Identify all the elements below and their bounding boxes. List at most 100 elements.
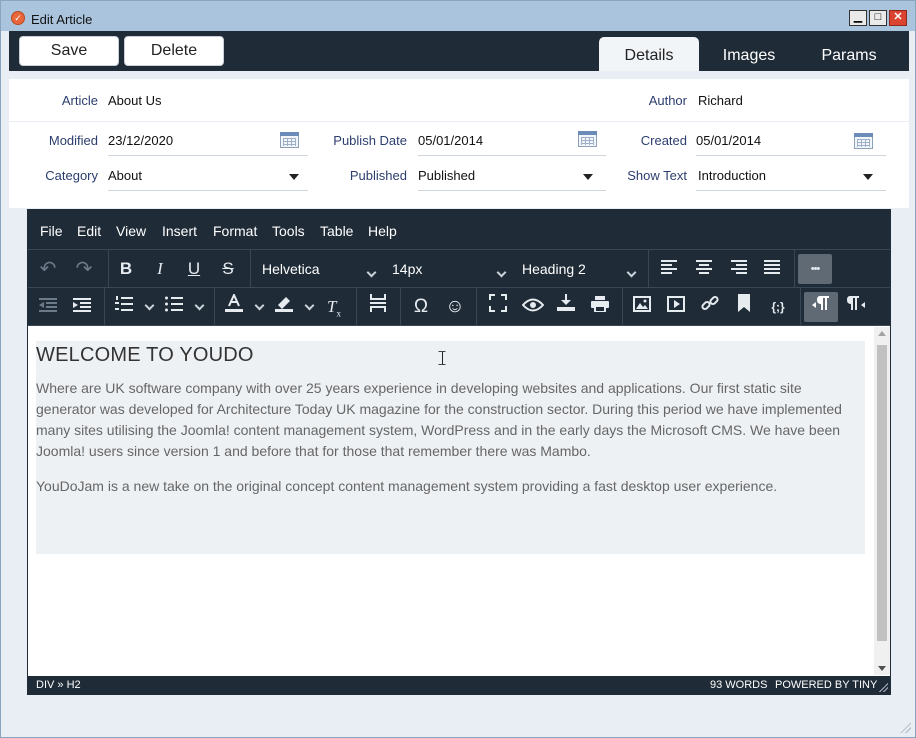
category-select[interactable]: About [108, 168, 142, 183]
toolbar-separator [648, 250, 649, 288]
chevron-down-icon[interactable] [194, 300, 205, 311]
more-icon[interactable]: ••• [798, 254, 832, 284]
page-break-icon[interactable] [366, 292, 390, 322]
content-heading[interactable]: WELCOME TO YOUDO [36, 344, 254, 367]
calendar-icon[interactable] [854, 133, 873, 149]
article-header-form: Article About Us Author Richard [9, 79, 909, 121]
menu-file[interactable]: File [40, 223, 63, 239]
font-size-select[interactable]: 14px [392, 254, 510, 284]
tab-params[interactable]: Params [799, 37, 899, 71]
menu-insert[interactable]: Insert [162, 223, 197, 239]
outdent-icon[interactable] [36, 292, 60, 322]
author-field[interactable]: Richard [698, 93, 743, 108]
chevron-down-icon[interactable] [863, 174, 873, 180]
link-icon[interactable] [698, 292, 722, 322]
block-format-select[interactable]: Heading 2 [522, 254, 640, 284]
numbered-list-icon[interactable] [112, 292, 136, 322]
fullscreen-icon[interactable] [486, 292, 510, 322]
bullet-list-icon[interactable] [162, 292, 186, 322]
content-paragraph[interactable]: YouDoJam is a new take on the original c… [36, 476, 856, 497]
print-icon[interactable] [588, 292, 612, 322]
created-field[interactable]: 05/01/2014 [696, 133, 761, 148]
article-field[interactable]: About Us [108, 93, 161, 108]
toolbar-separator [794, 250, 795, 288]
font-family-select[interactable]: Helvetica [262, 254, 377, 284]
undo-icon[interactable]: ↶ [36, 254, 60, 284]
menu-tools[interactable]: Tools [272, 223, 305, 239]
scroll-down-arrow-icon[interactable] [878, 666, 886, 671]
author-label: Author [648, 93, 687, 108]
rtl-icon[interactable] [842, 292, 870, 322]
media-icon[interactable] [664, 292, 688, 322]
align-left-icon[interactable] [658, 254, 682, 284]
modified-underline [108, 155, 308, 156]
special-character-icon[interactable]: Ω [408, 292, 434, 322]
chevron-down-icon[interactable] [583, 174, 593, 180]
editor-content[interactable]: WELCOME TO YOUDO Where are UK software c… [28, 327, 890, 675]
minimize-button[interactable]: ▁ [849, 10, 867, 26]
tab-details[interactable]: Details [599, 37, 699, 71]
word-count[interactable]: 93 WORDS [710, 676, 767, 694]
close-button[interactable]: ✕ [889, 10, 907, 26]
text-color-icon[interactable] [222, 292, 246, 322]
maximize-button[interactable]: □ [869, 10, 887, 26]
menu-format[interactable]: Format [213, 223, 257, 239]
tab-images[interactable]: Images [699, 37, 799, 71]
chevron-down-icon[interactable] [254, 300, 265, 311]
save-button[interactable]: Save [19, 36, 119, 66]
calendar-icon[interactable] [280, 132, 299, 148]
editor-menubar: File Edit View Insert Format Tools Table… [28, 210, 890, 250]
menu-view[interactable]: View [116, 223, 146, 239]
show-text-select[interactable]: Introduction [698, 168, 766, 183]
editor-scrollbar[interactable] [874, 327, 890, 675]
resize-handle-icon[interactable] [878, 682, 888, 692]
indent-icon[interactable] [70, 292, 94, 322]
download-icon[interactable] [554, 292, 578, 322]
content-paragraph[interactable]: Where are UK software company with over … [36, 378, 856, 462]
content-block[interactable]: WELCOME TO YOUDO Where are UK software c… [36, 341, 865, 554]
align-right-icon[interactable] [726, 254, 750, 284]
published-select[interactable]: Published [418, 168, 475, 183]
window-resize-grip-icon[interactable] [899, 721, 911, 733]
redo-icon[interactable]: ↷ [72, 254, 96, 284]
delete-button[interactable]: Delete [124, 36, 224, 66]
chevron-down-icon[interactable] [144, 300, 155, 311]
ltr-icon[interactable] [804, 292, 838, 322]
underline-icon[interactable]: U [182, 254, 206, 284]
show-text-label: Show Text [627, 168, 687, 183]
image-icon[interactable] [630, 292, 654, 322]
preview-icon[interactable] [520, 292, 546, 322]
article-label: Article [61, 93, 98, 108]
chevron-down-icon [626, 267, 637, 278]
highlight-icon[interactable] [272, 292, 296, 322]
publish-date-field[interactable]: 05/01/2014 [418, 133, 483, 148]
strikethrough-icon[interactable]: S [216, 254, 240, 284]
menu-help[interactable]: Help [368, 223, 397, 239]
chevron-down-icon[interactable] [289, 174, 299, 180]
window-title: Edit Article [31, 12, 93, 27]
category-underline [108, 190, 308, 191]
italic-icon[interactable]: I [148, 254, 172, 284]
scroll-up-arrow-icon[interactable] [878, 331, 886, 336]
title-bar: ✓ Edit Article ▁ □ ✕ [1, 1, 915, 31]
show-text-underline [696, 190, 886, 191]
bookmark-icon[interactable] [732, 292, 756, 322]
font-family-value: Helvetica [262, 261, 320, 277]
align-center-icon[interactable] [692, 254, 716, 284]
element-path[interactable]: DIV » H2 [36, 676, 81, 694]
template-icon[interactable]: {;} [766, 292, 790, 322]
clear-formatting-icon[interactable]: Tx [322, 292, 346, 322]
menu-edit[interactable]: Edit [77, 223, 101, 239]
emoticon-icon[interactable]: ☺ [442, 292, 468, 322]
article-meta-form: Modified 23/12/2020 Publish Date 05/01/2… [9, 122, 909, 208]
powered-by-link[interactable]: POWERED BY TINY [775, 676, 877, 694]
bold-icon[interactable]: B [114, 254, 138, 284]
align-justify-icon[interactable] [760, 254, 784, 284]
rich-text-editor: File Edit View Insert Format Tools Table… [27, 209, 891, 695]
chevron-down-icon[interactable] [304, 300, 315, 311]
modified-label: Modified [48, 133, 98, 148]
menu-table[interactable]: Table [320, 223, 353, 239]
modified-field[interactable]: 23/12/2020 [108, 133, 173, 148]
scroll-thumb[interactable] [877, 345, 887, 641]
calendar-icon[interactable] [578, 131, 597, 147]
